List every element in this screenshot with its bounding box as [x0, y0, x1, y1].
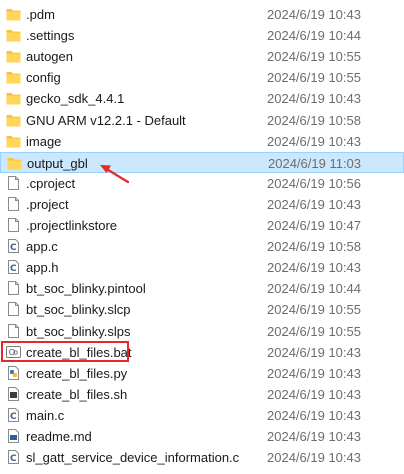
file-modified-date: 2024/6/19 10:43	[267, 407, 361, 423]
svg-text:C: C	[10, 243, 17, 253]
file-icon	[6, 281, 21, 296]
c-source-file-icon: C	[6, 407, 21, 422]
file-name: sl_gatt_service_device_information.c	[26, 450, 240, 466]
file-row[interactable]: output_gbl 2024/6/19 11:03	[0, 151, 404, 173]
file-icon	[6, 196, 21, 211]
file-modified-date: 2024/6/19 10:43	[267, 450, 361, 466]
file-name: autogen	[26, 49, 73, 65]
file-row[interactable]: create_bl_files.py 2024/6/19 10:43	[0, 363, 404, 384]
file-name: app.h	[26, 260, 59, 276]
file-modified-date: 2024/6/19 10:43	[267, 344, 361, 360]
file-name: .project	[26, 196, 69, 212]
svg-text:C: C	[10, 412, 17, 422]
file-name: main.c	[26, 407, 65, 423]
file-row[interactable]: .cproject 2024/6/19 10:56	[0, 173, 404, 194]
folder-icon	[6, 7, 21, 21]
folder-icon	[6, 49, 21, 63]
file-row[interactable]: autogen 2024/6/19 10:55	[0, 46, 404, 67]
file-row[interactable]: bt_soc_blinky.slps 2024/6/19 10:55	[0, 321, 404, 342]
svg-text:C: C	[10, 264, 17, 274]
file-name: create_bl_files.bat	[26, 344, 132, 360]
file-row[interactable]: Capp.c 2024/6/19 10:58	[0, 236, 404, 257]
file-modified-date: 2024/6/19 10:43	[267, 365, 361, 381]
file-row[interactable]: Capp.h 2024/6/19 10:43	[0, 257, 404, 278]
file-icon	[6, 323, 21, 338]
file-modified-date: 2024/6/19 10:55	[267, 70, 361, 86]
file-row[interactable]: image 2024/6/19 10:43	[0, 131, 404, 152]
file-row[interactable]: create_bl_files.bat 2024/6/19 10:43	[0, 342, 404, 363]
file-row[interactable]: .project 2024/6/19 10:43	[0, 194, 404, 215]
file-name: gecko_sdk_4.4.1	[26, 91, 125, 107]
file-name: create_bl_files.sh	[26, 386, 128, 402]
file-modified-date: 2024/6/19 10:43	[267, 386, 361, 402]
folder-icon	[6, 134, 21, 148]
file-modified-date: 2024/6/19 10:44	[267, 281, 361, 297]
file-modified-date: 2024/6/19 10:56	[267, 175, 361, 191]
file-name: bt_soc_blinky.slps	[26, 323, 131, 339]
file-name: config	[26, 70, 61, 86]
file-name: .settings	[26, 28, 75, 44]
file-modified-date: 2024/6/19 10:43	[267, 133, 361, 149]
file-icon	[6, 218, 21, 232]
file-name: create_bl_files.py	[26, 365, 128, 381]
file-icon	[6, 302, 21, 317]
shell-script-icon	[6, 386, 21, 401]
file-modified-date: 2024/6/19 10:55	[267, 302, 361, 318]
file-modified-date: 2024/6/19 10:43	[267, 91, 361, 107]
folder-icon	[6, 28, 21, 42]
file-modified-date: 2024/6/19 10:55	[267, 49, 361, 65]
file-row[interactable]: .projectlinkstore 2024/6/19 10:47	[0, 215, 404, 236]
file-row[interactable]: readme.md 2024/6/19 10:43	[0, 426, 404, 447]
file-name: readme.md	[26, 429, 92, 444]
file-row[interactable]: Csl_gatt_service_device_information.c 202…	[0, 447, 404, 468]
c-source-file-icon: C	[6, 239, 21, 254]
file-row[interactable]: Cmain.c 2024/6/19 10:43	[0, 405, 404, 426]
file-row[interactable]: .pdm 2024/6/19 10:43	[0, 4, 404, 25]
file-name: image	[26, 133, 62, 149]
markdown-file-icon	[6, 429, 21, 443]
file-row[interactable]: .settings 2024/6/19 10:44	[0, 25, 404, 46]
file-row[interactable]: gecko_sdk_4.4.1 2024/6/19 10:43	[0, 88, 404, 109]
folder-icon	[7, 156, 22, 170]
file-name: app.c	[26, 239, 58, 255]
file-modified-date: 2024/6/19 11:03	[268, 155, 362, 171]
file-name: bt_soc_blinky.pintool	[26, 281, 146, 297]
file-name: .projectlinkstore	[26, 218, 118, 233]
file-modified-date: 2024/6/19 10:58	[267, 239, 361, 255]
file-modified-date: 2024/6/19 10:43	[267, 260, 361, 276]
file-row[interactable]: create_bl_files.sh 2024/6/19 10:43	[0, 384, 404, 405]
file-modified-date: 2024/6/19 10:43	[267, 196, 361, 212]
file-name: .pdm	[26, 7, 55, 22]
c-source-file-icon: C	[6, 450, 21, 465]
folder-icon	[6, 91, 21, 105]
batch-file-icon	[6, 345, 21, 359]
file-modified-date: 2024/6/19 10:58	[267, 112, 361, 128]
file-modified-date: 2024/6/19 10:43	[267, 7, 361, 22]
folder-icon	[6, 70, 21, 84]
file-modified-date: 2024/6/19 10:55	[267, 323, 361, 339]
svg-text:C: C	[10, 454, 17, 464]
file-modified-date: 2024/6/19 10:44	[267, 28, 361, 44]
file-name: .cproject	[26, 175, 76, 191]
python-file-icon	[6, 365, 21, 380]
c-source-file-icon: C	[6, 260, 21, 275]
file-row[interactable]: bt_soc_blinky.pintool 2024/6/19 10:44	[0, 278, 404, 299]
file-name: bt_soc_blinky.slcp	[26, 302, 131, 318]
file-name: output_gbl	[27, 155, 88, 171]
file-modified-date: 2024/6/19 10:43	[267, 429, 361, 444]
folder-icon	[6, 113, 21, 127]
file-icon	[6, 175, 21, 190]
file-modified-date: 2024/6/19 10:47	[267, 218, 361, 233]
file-explorer-list: .pdm 2024/6/19 10:43 .settings 2024/6/19 10…	[0, 0, 404, 474]
file-name: GNU ARM v12.2.1 - Default	[26, 112, 186, 128]
file-row[interactable]: GNU ARM v12.2.1 - Default 2024/6/19 10:58	[0, 110, 404, 131]
file-row[interactable]: config 2024/6/19 10:55	[0, 67, 404, 88]
file-row[interactable]: bt_soc_blinky.slcp 2024/6/19 10:55	[0, 299, 404, 320]
